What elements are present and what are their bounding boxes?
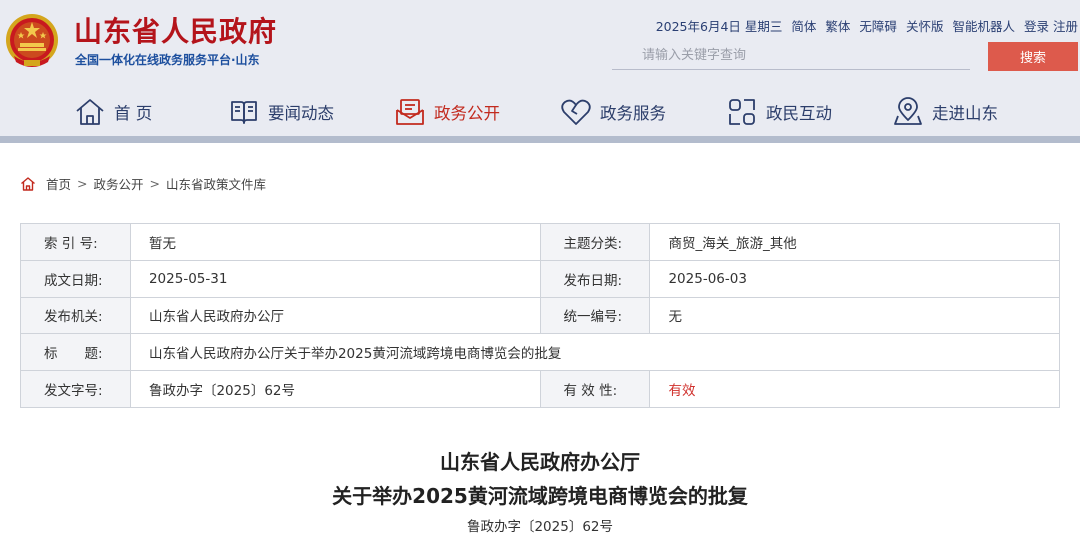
- login-link[interactable]: 登录: [1024, 16, 1049, 35]
- traditional-chinese-link[interactable]: 繁体: [825, 16, 850, 35]
- simplified-chinese-link[interactable]: 简体: [791, 16, 816, 35]
- table-row: 发文字号: 鲁政办字〔2025〕62号 有 效 性: 有效: [20, 370, 1060, 408]
- breadcrumb-policy-library-link[interactable]: 山东省政策文件库: [166, 174, 266, 193]
- content-card: 首页 > 政务公开 > 山东省政策文件库 索 引 号: 暂无 主题分类: 商贸_…: [0, 143, 1080, 544]
- link-icon: [729, 99, 755, 125]
- document-title: 山东省人民政府办公厅 关于举办2025黄河流域跨境电商博览会的批复: [0, 445, 1080, 513]
- nav-divider: [0, 136, 1080, 143]
- site-header: 山东省人民政府 全国一体化在线政务服务平台·山东 2025年6月4日 星期三 简…: [0, 0, 1080, 136]
- document-number: 鲁政办字〔2025〕62号: [466, 519, 614, 535]
- site-subtitle: 全国一体化在线政务服务平台·山东: [75, 53, 260, 67]
- issuer-value: 山东省人民政府办公厅: [129, 296, 541, 335]
- breadcrumb-separator: >: [77, 176, 88, 191]
- index-no-value: 暂无: [129, 223, 541, 261]
- nav-item-gov-services[interactable]: 政务服务: [560, 92, 666, 132]
- doc-no-label: 发文字号:: [20, 370, 131, 408]
- accessibility-link[interactable]: 无障碍: [859, 16, 897, 35]
- site-title[interactable]: 山东省人民政府: [74, 10, 277, 50]
- nav-item-label: 政民互动: [766, 104, 832, 123]
- document-title-line2: 关于举办2025黄河流域跨境电商博览会的批复: [332, 484, 748, 508]
- validity-value: 有效: [649, 370, 1060, 408]
- table-row: 标 题: 山东省人民政府办公厅关于举办2025黄河流域跨境电商博览会的批复: [20, 333, 1061, 372]
- search-input[interactable]: [612, 42, 970, 70]
- breadcrumb-gov-affairs-link[interactable]: 政务公开: [94, 174, 144, 193]
- nav-item-home[interactable]: 首 页: [74, 92, 152, 132]
- search-button[interactable]: 搜索: [988, 42, 1078, 71]
- top-links-bar: 2025年6月4日 星期三 简体 繁体 无障碍 关怀版 智能机器人 登录 注册: [656, 16, 1078, 35]
- serial-value: 无: [649, 296, 1060, 335]
- title-label: 标 题:: [20, 333, 131, 372]
- breadcrumb-home-link[interactable]: 首页: [46, 174, 71, 193]
- nav-item-gov-affairs-public[interactable]: 政务公开: [394, 92, 500, 132]
- doc-no-value: 鲁政办字〔2025〕62号: [129, 370, 541, 408]
- written-date-value: 2025-05-31: [129, 259, 541, 298]
- home-icon: [76, 99, 104, 125]
- smart-robot-link[interactable]: 智能机器人: [952, 16, 1015, 35]
- serial-label: 统一编号:: [539, 296, 651, 335]
- publish-date-value: 2025-06-03: [649, 259, 1060, 298]
- nav-item-label: 要闻动态: [268, 104, 334, 123]
- validity-label: 有 效 性:: [539, 370, 651, 408]
- index-no-label: 索 引 号:: [20, 223, 131, 261]
- register-link[interactable]: 注册: [1053, 16, 1078, 35]
- written-date-label: 成文日期:: [20, 259, 131, 298]
- table-row: 索 引 号: 暂无 主题分类: 商贸_海关_旅游_其他: [20, 223, 1060, 261]
- book-icon: [231, 101, 257, 124]
- table-row: 发布机关: 山东省人民政府办公厅 统一编号: 无: [20, 296, 1060, 335]
- nav-item-label: 走进山东: [932, 104, 998, 123]
- mail-icon: [396, 99, 424, 125]
- nav-item-label: 政务公开: [434, 104, 500, 123]
- issuer-label: 发布机关:: [20, 296, 131, 335]
- elderly-mode-link[interactable]: 关怀版: [906, 16, 944, 35]
- current-date: 2025年6月4日 星期三: [655, 19, 783, 34]
- nav-item-news[interactable]: 要闻动态: [228, 92, 334, 132]
- home-icon[interactable]: [20, 176, 36, 192]
- main-nav: 首 页 要闻动态 政务公开 政务服务 政民互动 走进山东: [0, 92, 1080, 132]
- location-icon: [894, 97, 922, 125]
- breadcrumb-separator: >: [149, 176, 160, 191]
- nav-item-interaction[interactable]: 政民互动: [726, 92, 832, 132]
- document-title-line1: 山东省人民政府办公厅: [440, 450, 640, 474]
- nav-item-label: 首 页: [114, 104, 153, 123]
- topic-label: 主题分类:: [539, 223, 651, 261]
- document-info-table: 索 引 号: 暂无 主题分类: 商贸_海关_旅游_其他 成文日期: 2025-0…: [20, 223, 1061, 408]
- nav-item-about-shandong[interactable]: 走进山东: [892, 92, 998, 132]
- title-value: 山东省人民政府办公厅关于举办2025黄河流域跨境电商博览会的批复: [129, 333, 1061, 372]
- table-row: 成文日期: 2025-05-31 发布日期: 2025-06-03: [20, 259, 1060, 298]
- topic-value: 商贸_海关_旅游_其他: [649, 223, 1060, 261]
- nav-item-label: 政务服务: [600, 104, 666, 123]
- breadcrumb: 首页 > 政务公开 > 山东省政策文件库: [20, 174, 266, 193]
- publish-date-label: 发布日期:: [539, 259, 651, 298]
- heart-icon: [561, 99, 591, 125]
- national-emblem-icon[interactable]: [4, 10, 60, 70]
